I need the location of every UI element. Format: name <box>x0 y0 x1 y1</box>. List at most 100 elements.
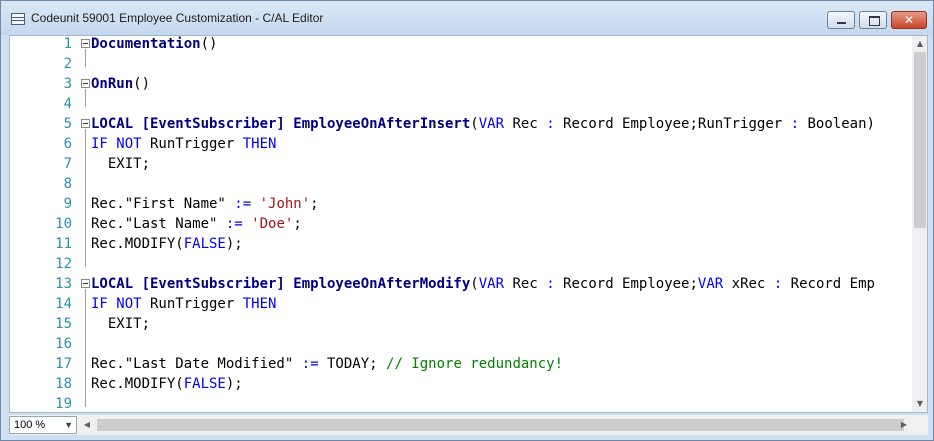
code-token: FALSE <box>183 376 226 392</box>
code-token: 'John' <box>259 196 311 212</box>
minimize-button[interactable] <box>827 11 855 29</box>
line-number: 13 <box>55 276 72 292</box>
code-line[interactable]: 16 <box>10 334 912 354</box>
code-line[interactable]: 11 Rec.MODIFY(FALSE); <box>10 234 912 254</box>
code-line[interactable]: 9 Rec."First Name" := 'John'; <box>10 194 912 214</box>
code-text: Rec.MODIFY(FALSE); <box>91 374 243 394</box>
code-line[interactable]: 5 LOCAL [EventSubscriber] EmployeeOnAfter… <box>10 114 912 134</box>
code-token: Rec <box>504 276 547 292</box>
code-token: := <box>301 356 319 372</box>
code-token: ; <box>310 196 319 212</box>
code-token: LOCAL [EventSubscriber] EmployeeOnAfterM… <box>91 276 471 292</box>
collapse-icon[interactable] <box>81 119 90 128</box>
code-token: Rec."Last Name" <box>91 216 226 232</box>
code-token: OnRun <box>91 76 134 92</box>
line-number: 9 <box>63 196 72 212</box>
scroll-down-arrow-icon[interactable]: ▼ <box>912 396 927 412</box>
code-line[interactable]: 3 OnRun() <box>10 74 912 94</box>
scroll-left-arrow-icon[interactable]: ◀ <box>79 416 95 434</box>
code-line[interactable]: 4 <box>10 94 912 114</box>
code-token: Boolean) <box>799 116 875 132</box>
code-token: ); <box>225 376 243 392</box>
line-number: 14 <box>55 296 72 312</box>
code-token: EXIT; <box>91 156 151 172</box>
collapse-icon[interactable] <box>81 279 90 288</box>
code-token: Record Employee;RunTrigger <box>554 116 791 132</box>
code-token: : <box>773 276 783 292</box>
scroll-up-arrow-icon[interactable]: ▲ <box>912 36 927 52</box>
code-line[interactable]: 2 <box>10 54 912 74</box>
code-token: Rec.MODIFY( <box>91 376 184 392</box>
code-line[interactable]: 6 IF NOT RunTrigger THEN <box>10 134 912 154</box>
line-number: 19 <box>55 396 72 412</box>
code-line[interactable]: 1 Documentation() <box>10 36 912 54</box>
close-icon: ✕ <box>903 13 915 27</box>
zoom-value: 100 % <box>14 419 46 431</box>
horizontal-scrollbar[interactable]: ◀ ▶ <box>79 416 912 434</box>
code-editor[interactable]: 1 Documentation() 2 3 OnRun() 4 5 LOCAL [EventS… <box>9 35 928 413</box>
code-line[interactable]: 18 Rec.MODIFY(FALSE); <box>10 374 912 394</box>
code-token: ( <box>470 116 479 132</box>
line-number: 5 <box>63 116 72 132</box>
code-token: Rec <box>504 116 547 132</box>
vertical-scrollbar[interactable]: ▲ ▼ <box>912 36 927 412</box>
line-number: 1 <box>63 36 72 52</box>
line-number: 4 <box>63 96 72 112</box>
code-text: LOCAL [EventSubscriber] EmployeeOnAfterI… <box>91 114 875 134</box>
code-token: () <box>200 36 218 52</box>
window-app-icon <box>11 13 25 25</box>
code-text: LOCAL [EventSubscriber] EmployeeOnAfterM… <box>91 274 875 294</box>
code-token: FALSE <box>183 236 226 252</box>
horizontal-scroll-thumb[interactable] <box>97 419 904 431</box>
code-token: RunTrigger <box>141 296 243 312</box>
code-token: THEN <box>242 136 277 152</box>
line-number: 8 <box>63 176 72 192</box>
line-number: 17 <box>55 356 72 372</box>
scroll-right-arrow-icon[interactable]: ▶ <box>896 416 912 434</box>
code-text: IF NOT RunTrigger THEN <box>91 134 276 154</box>
code-token: Rec."First Name" <box>91 196 235 212</box>
code-line[interactable]: 19 <box>10 394 912 412</box>
code-token: LOCAL [EventSubscriber] EmployeeOnAfterI… <box>91 116 471 132</box>
code-line[interactable]: 17 Rec."Last Date Modified" := TODAY; // … <box>10 354 912 374</box>
code-token: xRec <box>723 276 774 292</box>
maximize-button[interactable] <box>859 11 887 29</box>
code-line[interactable]: 14 IF NOT RunTrigger THEN <box>10 294 912 314</box>
code-text: Rec."Last Name" := 'Doe'; <box>91 214 302 234</box>
editor-window: Codeunit 59001 Employee Customization - … <box>0 0 934 441</box>
code-token: THEN <box>242 296 277 312</box>
code-line[interactable]: 13 LOCAL [EventSubscriber] EmployeeOnAfte… <box>10 274 912 294</box>
line-number: 15 <box>55 316 72 332</box>
line-number: 2 <box>63 56 72 72</box>
title-bar[interactable]: Codeunit 59001 Employee Customization - … <box>1 1 933 35</box>
code-token: ; <box>293 216 302 232</box>
collapse-icon[interactable] <box>81 39 90 48</box>
line-number: 12 <box>55 256 72 272</box>
code-text: Documentation() <box>91 36 217 54</box>
collapse-icon[interactable] <box>81 79 90 88</box>
code-token: VAR <box>478 116 505 132</box>
zoom-select[interactable]: 100 % ▼ <box>9 416 77 434</box>
code-area[interactable]: 1 Documentation() 2 3 OnRun() 4 5 LOCAL [EventS… <box>10 36 912 412</box>
code-line[interactable]: 15 EXIT; <box>10 314 912 334</box>
line-number: 6 <box>63 136 72 152</box>
vertical-scroll-thumb[interactable] <box>914 52 926 228</box>
line-number: 10 <box>55 216 72 232</box>
code-line[interactable]: 10 Rec."Last Name" := 'Doe'; <box>10 214 912 234</box>
resize-grip-icon[interactable] <box>912 417 926 433</box>
code-line[interactable]: 7 EXIT; <box>10 154 912 174</box>
code-line[interactable]: 12 <box>10 254 912 274</box>
code-text: Rec."First Name" := 'John'; <box>91 194 319 214</box>
code-token: ( <box>470 276 479 292</box>
code-token: := <box>234 196 252 212</box>
code-token: := <box>225 216 243 232</box>
code-token: TODAY; <box>318 356 387 372</box>
chevron-down-icon[interactable]: ▼ <box>64 417 73 433</box>
code-token: : <box>546 116 555 132</box>
status-bar: 100 % ▼ ◀ ▶ <box>9 415 928 435</box>
close-button[interactable]: ✕ <box>891 11 927 29</box>
code-text: EXIT; <box>91 314 150 334</box>
code-line[interactable]: 8 <box>10 174 912 194</box>
